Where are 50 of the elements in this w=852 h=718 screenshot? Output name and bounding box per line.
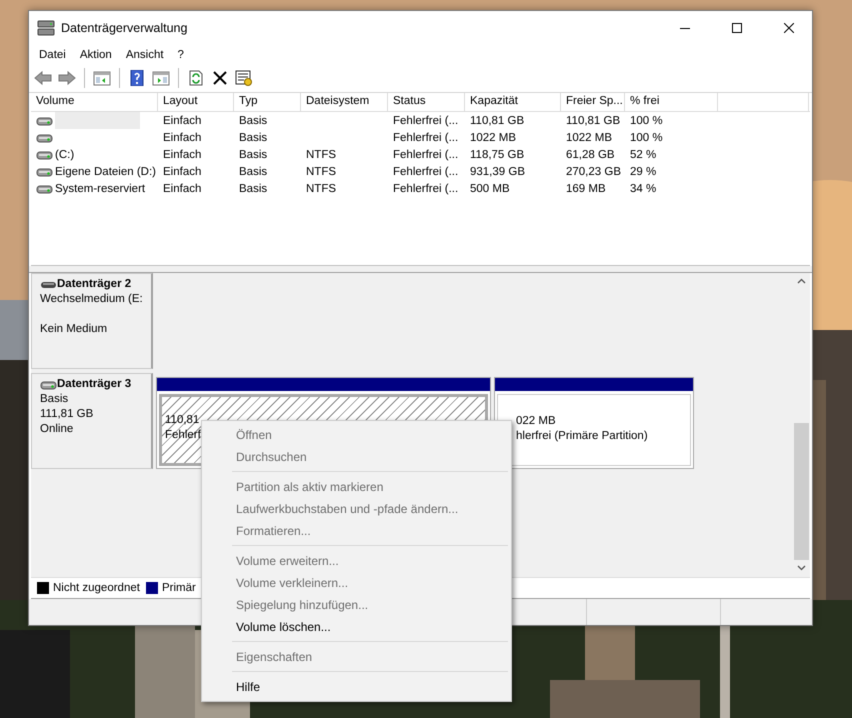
legend-label: Primär xyxy=(162,582,196,594)
legend-label: Nicht zugeordnet xyxy=(53,582,140,594)
table-cell-text: 100 % xyxy=(629,114,664,128)
table-cell-text: Fehlerfrei (... xyxy=(392,130,460,146)
table-cell-text: NTFS xyxy=(305,164,338,180)
disk-status: Kein Medium xyxy=(40,322,108,337)
table-cell-text: Fehlerfrei (... xyxy=(392,114,460,128)
table-cell-text: 52 % xyxy=(629,148,658,162)
table-cell-text: Basis xyxy=(238,164,268,180)
table-cell-text: Fehlerfrei (... xyxy=(392,182,460,196)
disk-status: Online xyxy=(40,422,74,437)
table-cell: Eigene Dateien (D:) xyxy=(55,166,156,178)
table-cell-text: Basis xyxy=(238,182,268,196)
table-cell: System-reserviert xyxy=(55,182,146,194)
table-cell-text: 61,28 GB xyxy=(565,148,616,162)
table-cell-text: 34 % xyxy=(629,182,658,196)
table-cell-text: Einfach xyxy=(162,114,202,128)
table-cell-text: Fehlerfrei (... xyxy=(392,148,460,162)
disk-type: Wechselmedium (E: xyxy=(40,292,144,307)
table-cell-text: Basis xyxy=(238,130,268,146)
partition-size: 110,81 xyxy=(165,413,200,428)
table-cell-text: NTFS xyxy=(305,182,338,196)
table-cell: (C:) xyxy=(55,148,74,160)
table-cell-text: Basis xyxy=(238,114,268,128)
table-cell-text: Einfach xyxy=(162,164,202,180)
disk-name: Datenträger 2 xyxy=(57,277,132,292)
disk-size: 111,81 GB xyxy=(40,407,94,422)
table-cell-text: 29 % xyxy=(629,164,658,180)
partition-size: 022 MB xyxy=(516,414,556,429)
table-cell-text: 110,81 GB xyxy=(565,114,622,128)
table-cell-text: Einfach xyxy=(162,148,202,162)
table-cell-text: 118,75 GB xyxy=(469,148,526,162)
table-cell-text: NTFS xyxy=(305,148,338,162)
table-cell-text: 100 % xyxy=(629,130,664,146)
disk-name: Datenträger 3 xyxy=(57,377,132,392)
table-cell-text: Fehlerfrei (... xyxy=(392,164,460,180)
table-cell-text: Einfach xyxy=(162,130,202,146)
table-cell-text: 110,81 GB xyxy=(469,114,526,128)
partition-status: Fehlerf xyxy=(165,428,201,443)
disk-type: Basis xyxy=(40,392,70,407)
table-cell-text: 1022 MB xyxy=(565,130,614,146)
table-cell-text: Basis xyxy=(238,148,268,162)
table-cell-text: 931,39 GB xyxy=(469,164,526,180)
window-title: Datenträgerverwaltung xyxy=(61,21,188,35)
table-cell-text: 500 MB xyxy=(469,182,511,196)
table-cell-text: 169 MB xyxy=(565,182,607,196)
table-cell-text: 270,23 GB xyxy=(565,164,622,180)
partition-status: hlerfrei (Primäre Partition) xyxy=(516,429,648,444)
table-cell-text: Einfach xyxy=(162,182,202,196)
table-cell-text: 1022 MB xyxy=(469,130,518,146)
